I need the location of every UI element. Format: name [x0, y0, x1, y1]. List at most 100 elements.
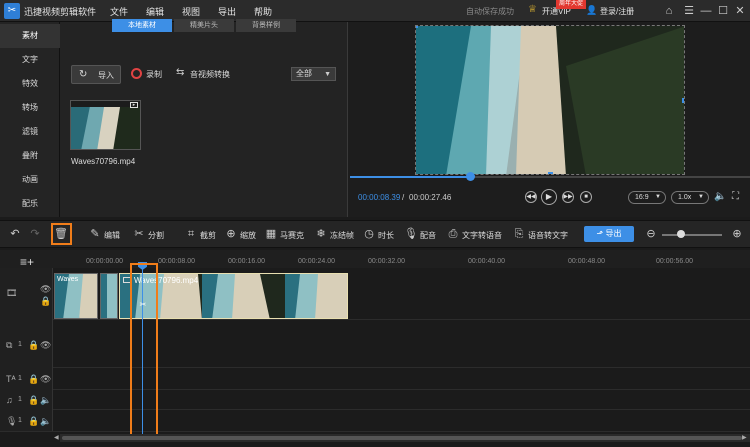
- timeline-clip[interactable]: Waves: [54, 273, 98, 319]
- total-time: 00:00:27.46: [409, 193, 452, 202]
- zoom-in-icon[interactable]: ⊕: [730, 227, 744, 241]
- zoom-slider[interactable]: [662, 234, 722, 236]
- maximize-icon[interactable]: ☐: [716, 4, 730, 18]
- close-icon[interactable]: ✕: [733, 4, 747, 18]
- chevron-down-icon: ▼: [655, 194, 661, 200]
- freeze-frame-button[interactable]: 冻结帧: [330, 230, 354, 241]
- ruler-tick: 00:00:40.00: [468, 258, 505, 265]
- text-to-speech-button[interactable]: 文字转语音: [462, 230, 502, 241]
- nav-item-filter[interactable]: 滤镜: [0, 120, 60, 144]
- nav-item-music[interactable]: 配乐: [0, 192, 60, 216]
- crop-handle[interactable]: [682, 98, 684, 103]
- ruler-tick: 00:00:00.00: [86, 258, 123, 265]
- av-convert-button[interactable]: 音视频转换: [190, 69, 230, 80]
- speech-to-text-button[interactable]: 语音转文字: [528, 230, 568, 241]
- import-label: 导入: [98, 71, 114, 80]
- clock-icon: ◷: [364, 228, 374, 240]
- zoom-button[interactable]: 缩放: [240, 230, 256, 241]
- track-number: 1: [18, 417, 22, 424]
- menu-help[interactable]: 帮助: [254, 5, 272, 18]
- menu-file[interactable]: 文件: [110, 5, 128, 18]
- tab-local-material[interactable]: 本地素材: [112, 19, 172, 32]
- tab-intro-templates[interactable]: 精美片头: [174, 19, 234, 32]
- nav-item-text[interactable]: 文字: [0, 48, 60, 72]
- import-button[interactable]: ↻ 导入: [71, 65, 121, 84]
- voiceover-button[interactable]: 配音: [420, 230, 436, 241]
- current-time: 00:00:08.39: [358, 193, 401, 202]
- text-track-row: [0, 368, 750, 390]
- split-button[interactable]: 分割: [148, 230, 164, 241]
- convert-icon: ⇆: [176, 67, 185, 78]
- redo-icon[interactable]: ↷: [28, 227, 42, 241]
- nav-item-effects[interactable]: 特效: [0, 72, 60, 96]
- volume-icon[interactable]: 🔈: [40, 416, 51, 427]
- crop-handle[interactable]: [416, 26, 418, 28]
- filter-select[interactable]: 全部 ▼: [291, 67, 336, 81]
- record-button[interactable]: 录制: [146, 69, 162, 80]
- eye-icon[interactable]: 👁: [40, 284, 51, 295]
- nav-item-animation[interactable]: 动画: [0, 168, 60, 192]
- aspect-ratio-select[interactable]: 16:9 ▼: [628, 191, 666, 204]
- login-link[interactable]: 登录/注册: [600, 6, 634, 17]
- speed-select[interactable]: 1.0x ▼: [671, 191, 709, 204]
- scroll-right-icon[interactable]: ▶: [742, 434, 747, 441]
- nav-item-transition[interactable]: 转场: [0, 96, 60, 120]
- crop-handle[interactable]: [548, 172, 553, 174]
- mosaic-icon: ▦: [265, 228, 277, 240]
- edit-button[interactable]: 编辑: [104, 230, 120, 241]
- clip-label: Waves: [57, 276, 79, 283]
- crop-button[interactable]: 截剪: [200, 230, 216, 241]
- zoom-out-icon[interactable]: ⊖: [644, 227, 658, 241]
- user-icon: 👤: [586, 5, 598, 15]
- edit-toolbar: ↶ ↷ 🗑 ✎ 编辑 ✂ 分割 ⌗ 截剪 ⊕ 缩放 ▦ 马赛克 ❄ 冻结帧 ◷ …: [0, 220, 750, 248]
- lock-icon[interactable]: 🔒: [40, 296, 51, 307]
- volume-icon[interactable]: 🔈: [714, 191, 726, 202]
- trash-icon[interactable]: 🗑: [54, 227, 68, 241]
- play-icon[interactable]: ▶: [541, 189, 557, 205]
- record-icon[interactable]: [131, 68, 142, 79]
- undo-icon[interactable]: ↶: [8, 227, 22, 241]
- menu-export[interactable]: 导出: [218, 5, 236, 18]
- stop-icon[interactable]: ■: [580, 191, 592, 203]
- lock-icon[interactable]: 🔒: [28, 395, 39, 406]
- duration-button[interactable]: 时长: [378, 230, 394, 241]
- crop-icon: ⌗: [187, 228, 195, 240]
- volume-icon[interactable]: 🔈: [40, 395, 51, 406]
- vip-badge: 周年大促: [556, 0, 587, 9]
- timeline-scrollbar-thumb[interactable]: [62, 436, 742, 440]
- menu-edit[interactable]: 编辑: [146, 5, 164, 18]
- preview-seek-progress: [350, 176, 470, 178]
- mosaic-button[interactable]: 马赛克: [280, 230, 304, 241]
- menu-view[interactable]: 视图: [182, 5, 200, 18]
- nav-item-material[interactable]: 素材: [0, 24, 60, 48]
- seek-handle[interactable]: [466, 172, 475, 181]
- edit-icon: ✎: [90, 228, 100, 240]
- text-to-speech-icon: ⎙: [448, 228, 458, 240]
- prev-frame-icon[interactable]: ◀◀: [525, 191, 537, 203]
- nav-item-overlay[interactable]: 叠附: [0, 144, 60, 168]
- lock-icon[interactable]: 🔒: [28, 374, 39, 385]
- timeline-clip[interactable]: [100, 273, 118, 319]
- export-button[interactable]: ⬏ 导出: [584, 226, 634, 242]
- track-number: 1: [18, 375, 22, 382]
- app-logo-icon: ✂: [4, 3, 20, 19]
- zoom-slider-handle[interactable]: [677, 230, 685, 238]
- eye-icon[interactable]: 👁: [40, 340, 51, 351]
- fullscreen-icon[interactable]: ⛶: [732, 191, 739, 202]
- minimize-icon[interactable]: —: [699, 4, 713, 18]
- add-track-icon[interactable]: ≡+: [20, 255, 34, 269]
- scroll-left-icon[interactable]: ◀: [54, 434, 59, 441]
- voice-track-row: [0, 410, 750, 432]
- filter-select-value: 全部: [296, 69, 312, 78]
- eye-icon[interactable]: 👁: [40, 374, 51, 385]
- zoom-icon: ⊕: [226, 228, 236, 240]
- next-frame-icon[interactable]: ▶▶: [562, 191, 574, 203]
- home-icon[interactable]: ⌂: [662, 4, 676, 18]
- menu-icon[interactable]: ☰: [682, 4, 696, 18]
- tab-background-samples[interactable]: 背景样例: [236, 19, 296, 32]
- microphone-icon: 🎙: [404, 228, 418, 240]
- media-thumbnail[interactable]: ▸: [70, 100, 141, 150]
- lock-icon[interactable]: 🔒: [28, 340, 39, 351]
- preview-video[interactable]: [415, 25, 685, 175]
- lock-icon[interactable]: 🔒: [28, 416, 39, 427]
